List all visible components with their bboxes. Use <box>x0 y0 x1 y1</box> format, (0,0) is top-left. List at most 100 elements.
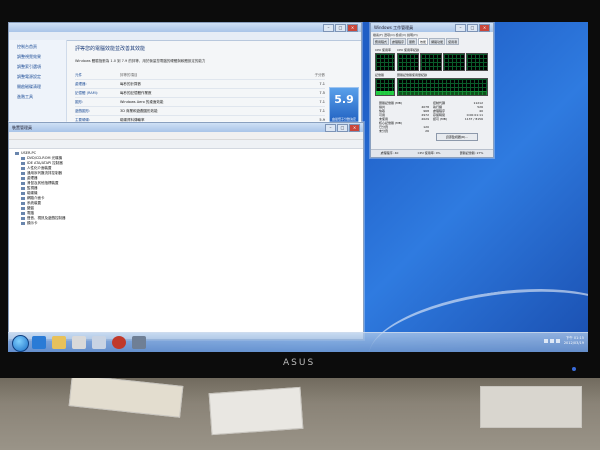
header-component: 元件 <box>75 72 82 77</box>
cpu-usage-meter <box>375 53 395 71</box>
devmgr-toolbar[interactable] <box>9 140 363 149</box>
tree-node[interactable]: 顯示卡 <box>15 221 363 226</box>
cpu-usage-label: CPU 使用率 <box>375 48 392 52</box>
tab-services[interactable]: 服務 <box>407 38 418 45</box>
devmgr-menubar[interactable] <box>9 132 363 140</box>
sidebar-item-disk-cleanup[interactable]: 開啟磁碟清理 <box>17 84 66 90</box>
minimize-button[interactable]: – <box>455 23 466 32</box>
stat-row: 認可 (MB) 1137 / 8156 <box>433 117 483 121</box>
graph-grid <box>444 54 464 70</box>
task-manager-taskbar-icon[interactable] <box>132 336 146 349</box>
internet-explorer-icon[interactable] <box>32 336 46 349</box>
meter-grid <box>376 54 394 70</box>
sidebar-item-home[interactable]: 控制台首頁 <box>17 44 66 50</box>
paper-sheet <box>208 386 304 436</box>
taskmgr-titlebar[interactable]: Windows 工作管理員 – □ × <box>371 23 493 32</box>
stat-label: 未分頁 <box>379 129 389 133</box>
close-button[interactable]: × <box>349 123 360 132</box>
table-row: 處理器: 每秒的計算數 7.1 <box>75 80 325 89</box>
clock-date: 2012/03/19 <box>563 341 584 345</box>
tab-applications[interactable]: 應用程式 <box>373 38 390 45</box>
chrome-icon[interactable] <box>112 336 126 349</box>
stat-row: 未分頁 26 <box>379 129 429 133</box>
minimize-button[interactable]: – <box>323 23 334 32</box>
resource-monitor-button[interactable]: 資源監視器(R)... <box>436 133 478 141</box>
cpu-history-graph-1 <box>397 53 419 71</box>
keyboard-icon <box>21 207 25 210</box>
monitor-icon <box>21 187 25 190</box>
system-device-icon <box>21 202 25 205</box>
row-score: 7.1 <box>319 82 325 86</box>
taskmgr-title: Windows 工作管理員 <box>374 24 414 30</box>
maximize-button[interactable]: □ <box>335 23 346 32</box>
flag-icon[interactable] <box>544 339 548 343</box>
tab-performance[interactable]: 效能 <box>418 38 429 45</box>
taskmgr-tabs: 應用程式 處理程序 服務 效能 網路功能 使用者 <box>371 38 493 45</box>
graph-grid <box>398 54 418 70</box>
perf-sidebar: 控制台首頁 調整視覺效果 調整索引選項 調整電源設定 開啟磁碟清理 進階工具 <box>9 40 67 123</box>
page-title: 評等您的電腦效能並改善其效能 <box>75 46 146 52</box>
computer-icon <box>15 152 19 155</box>
devmgr-titlebar[interactable]: 裝置管理員 – □ × <box>9 123 363 132</box>
score-table: 元件 評等的項目 子分數 處理器: 每秒的計算數 7.1 記憶體 (RAM): … <box>75 71 325 125</box>
memory-history-fill <box>398 90 487 95</box>
maximize-button[interactable]: □ <box>467 23 478 32</box>
dvd-drive-icon <box>21 157 25 160</box>
close-button[interactable]: × <box>347 23 358 32</box>
row-score: 7.1 <box>319 100 325 104</box>
file-explorer-icon[interactable] <box>52 336 66 349</box>
desktop: – □ × 控制台首頁 調整視覺效果 調整索引選項 調整電源設定 開啟磁碟清理 … <box>8 22 588 352</box>
system-tray <box>544 339 560 343</box>
minimize-button[interactable]: – <box>325 123 336 132</box>
table-row: 遊戲圖形: 3D 商業和遊戲圖形效能 7.1 <box>75 107 325 116</box>
base-score-caption: 由最低子分數決定 <box>331 117 356 121</box>
display-adapter-icon <box>21 222 25 225</box>
page-subtitle: Windows 體驗指數為 1.0 到 7.9 的評等，用於衡量您電腦的硬體與軟… <box>75 59 206 63</box>
start-button[interactable] <box>12 335 29 352</box>
power-led-icon <box>572 367 576 371</box>
task-manager-window: Windows 工作管理員 – □ × 檔案(F) 選項(O) 檢視(V) 說明… <box>370 22 494 158</box>
tab-users[interactable]: 使用者 <box>446 38 460 45</box>
sidebar-item-power[interactable]: 調整電源設定 <box>17 74 66 80</box>
cpu-history-graph-4 <box>466 53 488 71</box>
table-row: 記憶體 (RAM): 每秒的記憶體作業數 7.5 <box>75 89 325 98</box>
taskbar-clock[interactable]: 下午 01:15 2012/03/19 <box>564 336 584 346</box>
close-button[interactable]: × <box>479 23 490 32</box>
row-score: 7.1 <box>319 109 325 113</box>
stat-value: 2029 <box>421 117 429 121</box>
row-rated: 每秒的計算數 <box>120 81 141 86</box>
mouse-icon <box>21 182 25 185</box>
power-strip <box>480 386 582 428</box>
sidebar-item-advanced-tools[interactable]: 進階工具 <box>17 94 66 100</box>
usb-icon <box>21 172 25 175</box>
sidebar-item-indexing[interactable]: 調整索引選項 <box>17 64 66 70</box>
header-subscore: 子分數 <box>314 72 326 77</box>
tab-processes[interactable]: 處理程序 <box>390 38 407 45</box>
device-tree: USER-PC DVD/CD-ROM 光碟機 IDE ATA/ATAPI 控制器… <box>9 149 363 226</box>
memory-label: 記憶體 <box>375 73 385 77</box>
status-cpu: CPU 使用率: 0% <box>417 151 441 155</box>
network-icon[interactable] <box>550 339 554 343</box>
stat-value: 26 <box>425 129 429 133</box>
ide-controller-icon <box>21 162 25 165</box>
table-row: 圖形: Windows Aero 的桌面效能 7.1 <box>75 98 325 107</box>
graph-grid <box>467 54 487 70</box>
system-stats-column: 控制代碼 11212 執行緒 526 處理程序 40 存留時間 0:00:01:11 認… <box>433 101 483 133</box>
tab-networking[interactable]: 網路功能 <box>429 38 446 45</box>
memory-stats-column: 實體記憶體 (MB) 總共 4078 快取 968 可用 2972 未使用 2029 核… <box>379 101 429 133</box>
monitor-brand-logo: ASUS <box>283 358 316 368</box>
row-rated: Windows Aero 的桌面效能 <box>120 99 164 104</box>
taskmgr-window-controls: – □ × <box>455 23 490 32</box>
memory-fill <box>376 90 394 95</box>
perf-window-controls: – □ × <box>323 23 358 32</box>
volume-icon[interactable] <box>556 339 560 343</box>
performance-taskbar-icon[interactable] <box>92 336 106 349</box>
cpu-history-graph-2 <box>420 53 442 71</box>
sidebar-item-visual-effects[interactable]: 調整視覺效果 <box>17 54 66 60</box>
device-manager-window: 裝置管理員 – □ × USER-PC DVD/CD-ROM 光碟機 IDE A… <box>8 122 364 340</box>
cpu-history-graph-3 <box>443 53 465 71</box>
maximize-button[interactable]: □ <box>337 123 348 132</box>
cloth <box>68 374 184 418</box>
media-player-icon[interactable] <box>72 336 86 349</box>
perf-titlebar[interactable]: – □ × <box>9 23 361 32</box>
